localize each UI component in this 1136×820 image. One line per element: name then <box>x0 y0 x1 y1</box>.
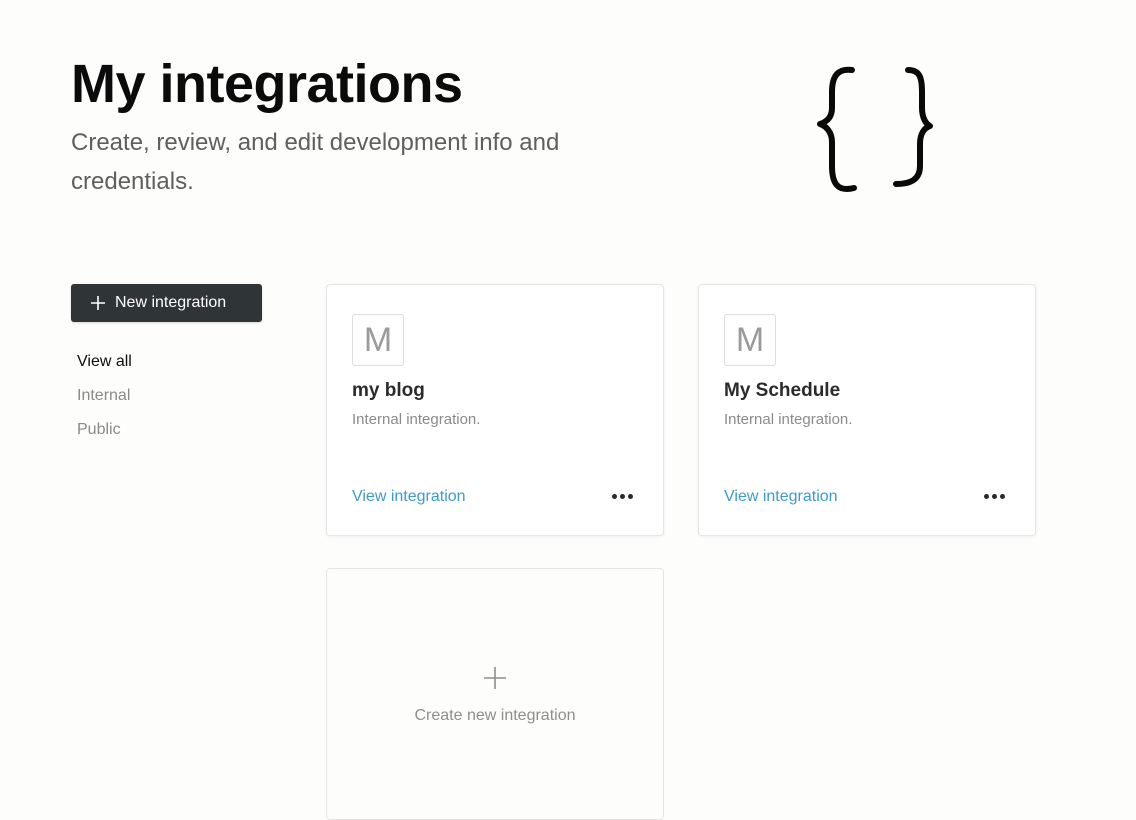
integration-card: M my blog Internal integration. View int… <box>326 284 664 536</box>
plus-icon <box>91 296 105 310</box>
page-title: My integrations <box>71 54 463 114</box>
integration-type: Internal integration. <box>724 411 853 428</box>
curly-braces-icon <box>817 66 933 192</box>
filter-internal[interactable]: Internal <box>77 384 257 418</box>
integration-avatar: M <box>352 314 404 366</box>
more-horizontal-icon[interactable] <box>609 484 635 508</box>
plus-icon <box>484 667 506 689</box>
new-integration-label: New integration <box>115 294 227 311</box>
view-integration-link[interactable]: View integration <box>352 488 466 506</box>
integration-card: M My Schedule Internal integration. View… <box>698 284 1036 536</box>
more-horizontal-icon[interactable] <box>981 484 1007 508</box>
create-integration-label: Create new integration <box>414 707 576 724</box>
create-integration-card[interactable]: Create new integration <box>326 568 664 820</box>
view-integration-link[interactable]: View integration <box>724 488 838 506</box>
page-subtitle: Create, review, and edit development inf… <box>71 129 560 195</box>
filter-nav: View all Internal Public <box>77 350 257 452</box>
integration-name: my blog <box>352 380 425 401</box>
filter-view-all[interactable]: View all <box>77 350 257 384</box>
integration-avatar: M <box>724 314 776 366</box>
new-integration-button[interactable]: New integration <box>71 284 262 322</box>
integration-type: Internal integration. <box>352 411 481 428</box>
integration-name: My Schedule <box>724 380 841 401</box>
filter-public[interactable]: Public <box>77 418 257 452</box>
